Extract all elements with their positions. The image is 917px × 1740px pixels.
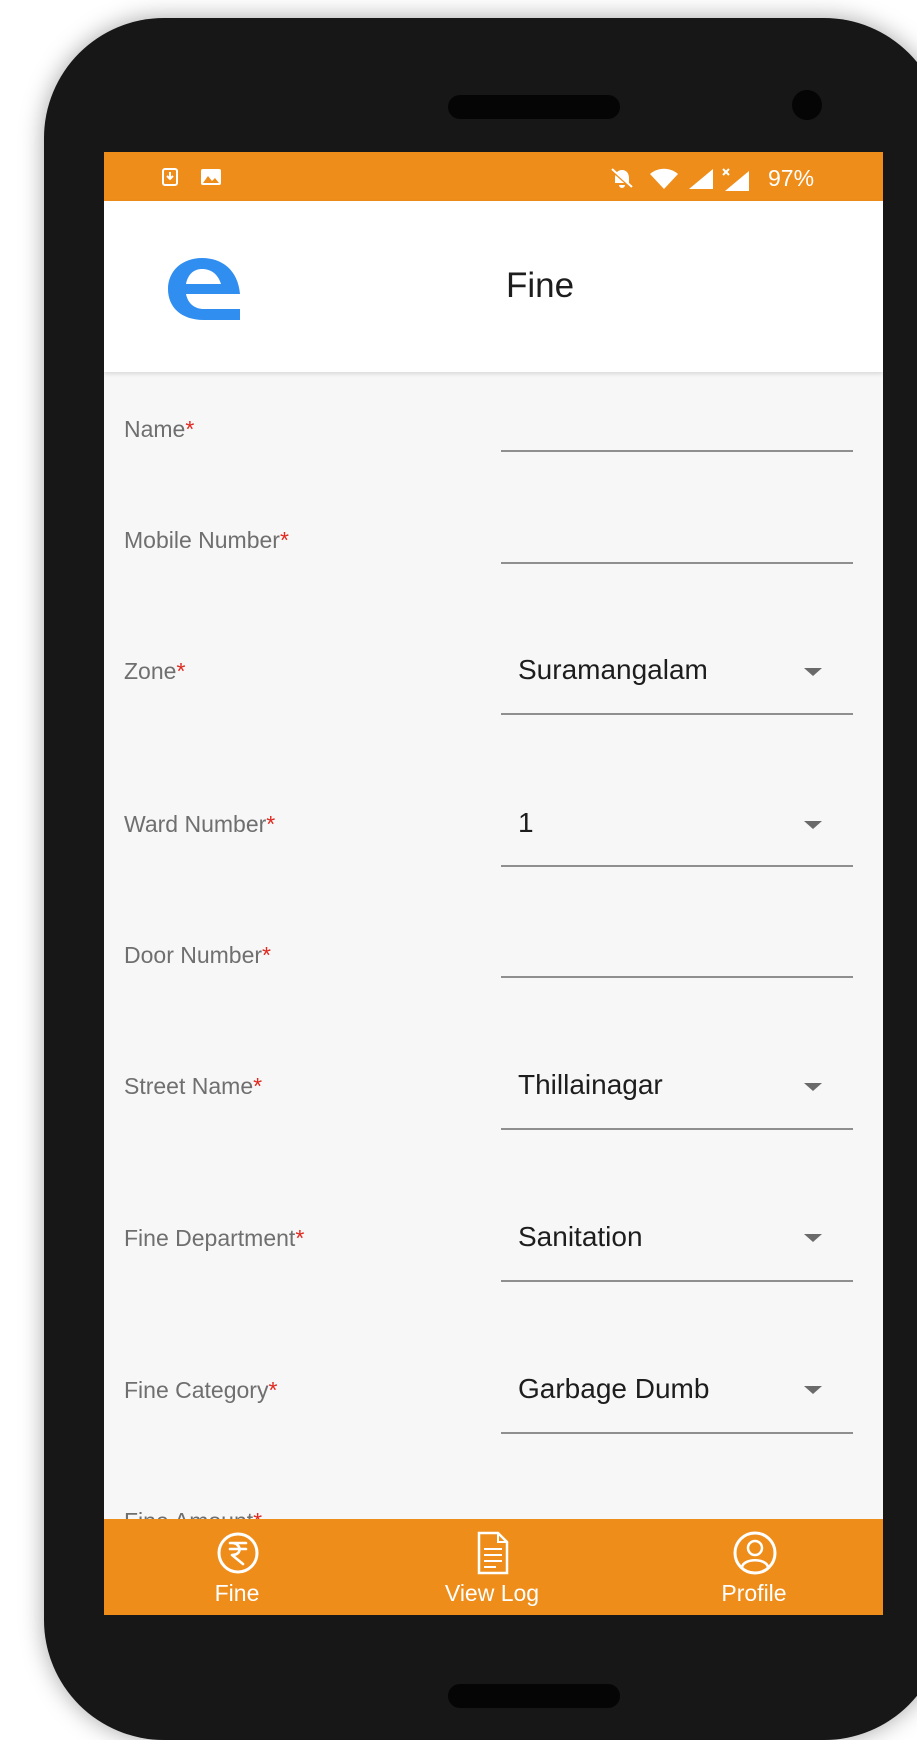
mobile-number-input[interactable] (501, 562, 853, 564)
street-name-selected-value: Thillainagar (518, 1069, 663, 1100)
nav-label-view-log: View Log (444, 1580, 540, 1606)
signal-icon (689, 169, 713, 189)
fine-department-underline (501, 1280, 853, 1282)
nav-label-profile: Profile (721, 1580, 787, 1606)
fine-category-label: Fine Category* (124, 1377, 278, 1403)
bottom-speaker (448, 1684, 620, 1708)
bottom-navigation: Fine View Log Profile (104, 1519, 883, 1615)
street-name-underline (501, 1128, 853, 1130)
zone-underline (501, 713, 853, 715)
name-label: Name* (124, 416, 195, 442)
earpiece-speaker (448, 95, 620, 119)
signal-x-icon (722, 168, 749, 191)
chevron-down-icon (804, 668, 822, 676)
e-logo (168, 258, 240, 320)
fine-category-selected-value: Garbage Dumb (518, 1373, 710, 1404)
document-icon (477, 1531, 509, 1575)
wifi-icon (650, 168, 678, 189)
rupee-icon (217, 1532, 259, 1574)
fine-category-underline (501, 1432, 853, 1434)
door-number-input[interactable] (501, 976, 853, 978)
mute-bell-icon (610, 168, 634, 190)
page-title: Fine (506, 266, 575, 305)
street-name-label: Street Name* (124, 1073, 263, 1099)
status-bar: 97% (104, 152, 883, 201)
chevron-down-icon (804, 1234, 822, 1242)
fine-department-selected-value: Sanitation (518, 1221, 643, 1252)
ward-number-label: Ward Number* (124, 811, 276, 837)
chevron-down-icon (804, 1083, 822, 1091)
app-bar: Fine (104, 201, 883, 372)
door-number-label: Door Number* (124, 942, 271, 968)
image-icon (201, 169, 221, 185)
nav-item-fine[interactable]: Fine (157, 1519, 317, 1615)
profile-icon (733, 1531, 777, 1575)
nav-item-view-log[interactable]: View Log (412, 1519, 572, 1615)
nav-label-fine: Fine (214, 1580, 260, 1606)
zone-label: Zone* (124, 658, 186, 684)
ward-number-selected-value: 1 (518, 807, 534, 838)
sim-download-icon (162, 168, 178, 186)
fine-department-label: Fine Department* (124, 1225, 305, 1251)
battery-percentage: 97% (768, 165, 815, 191)
mobile-number-label: Mobile Number* (124, 527, 289, 553)
app-screen: 97% Fine Name* Mobile Number* Zone* Sura… (104, 152, 883, 1615)
chevron-down-icon (804, 1386, 822, 1394)
ward-number-underline (501, 865, 853, 867)
chevron-down-icon (804, 821, 822, 829)
zone-selected-value: Suramangalam (518, 654, 708, 685)
name-input[interactable] (501, 450, 853, 452)
nav-item-profile[interactable]: Profile (674, 1519, 834, 1615)
front-camera (792, 90, 822, 120)
